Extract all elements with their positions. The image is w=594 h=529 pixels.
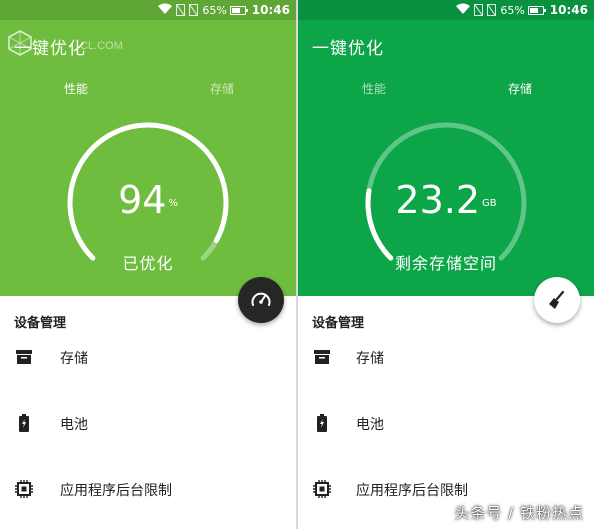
storage-panel: 65% 10:46 一键优化 性能 存储 23.2 GB 剩余存储空间 设备管理 …: [298, 0, 594, 529]
device-item-storage[interactable]: 存储: [298, 342, 594, 374]
storage-box-icon: [312, 346, 332, 368]
device-item-label: 应用程序后台限制: [356, 483, 468, 499]
section-title: 设备管理: [14, 316, 67, 331]
device-item-label: 电池: [356, 417, 384, 433]
device-item-label: 电池: [60, 417, 88, 433]
gauge-label: 已优化: [122, 254, 174, 273]
section-title: 设备管理: [312, 316, 365, 331]
device-item-battery[interactable]: 电池: [0, 408, 296, 440]
performance-panel: 65% 10:46 一键优化 CL.COM 性能 存储 94% 已优化 设备管理: [0, 0, 296, 529]
gauge-label: 剩余存储空间: [394, 254, 497, 273]
device-item-app-restriction[interactable]: 应用程序后台限制: [0, 474, 296, 506]
source-credit: 头条号 / 铁粉热点: [454, 504, 584, 522]
gauge-value: 94%: [0, 178, 296, 222]
gauge-unit: %: [168, 198, 178, 209]
clean-button[interactable]: [534, 277, 580, 323]
speedometer-icon: [251, 292, 271, 306]
broom-icon: [549, 290, 565, 309]
storage-header: 65% 10:46 一键优化 性能 存储 23.2 GB 剩余存储空间: [298, 0, 594, 296]
device-item-storage[interactable]: 存储: [0, 342, 296, 374]
performance-header: 65% 10:46 一键优化 CL.COM 性能 存储 94% 已优化: [0, 0, 296, 296]
device-item-label: 存储: [356, 351, 384, 367]
chip-icon: [14, 478, 34, 500]
gauge-value: 23.2 GB: [298, 178, 594, 222]
chip-icon: [312, 478, 332, 500]
gauge-number: 23.2: [395, 178, 480, 222]
device-item-label: 存储: [60, 351, 88, 367]
gauge-unit: GB: [482, 198, 497, 209]
battery-icon: [312, 412, 332, 434]
device-item-battery[interactable]: 电池: [298, 408, 594, 440]
device-item-label: 应用程序后台限制: [60, 483, 172, 499]
optimize-button[interactable]: [238, 277, 284, 323]
storage-box-icon: [14, 346, 34, 368]
gauge-number: 94: [118, 178, 167, 222]
battery-icon: [14, 412, 34, 434]
